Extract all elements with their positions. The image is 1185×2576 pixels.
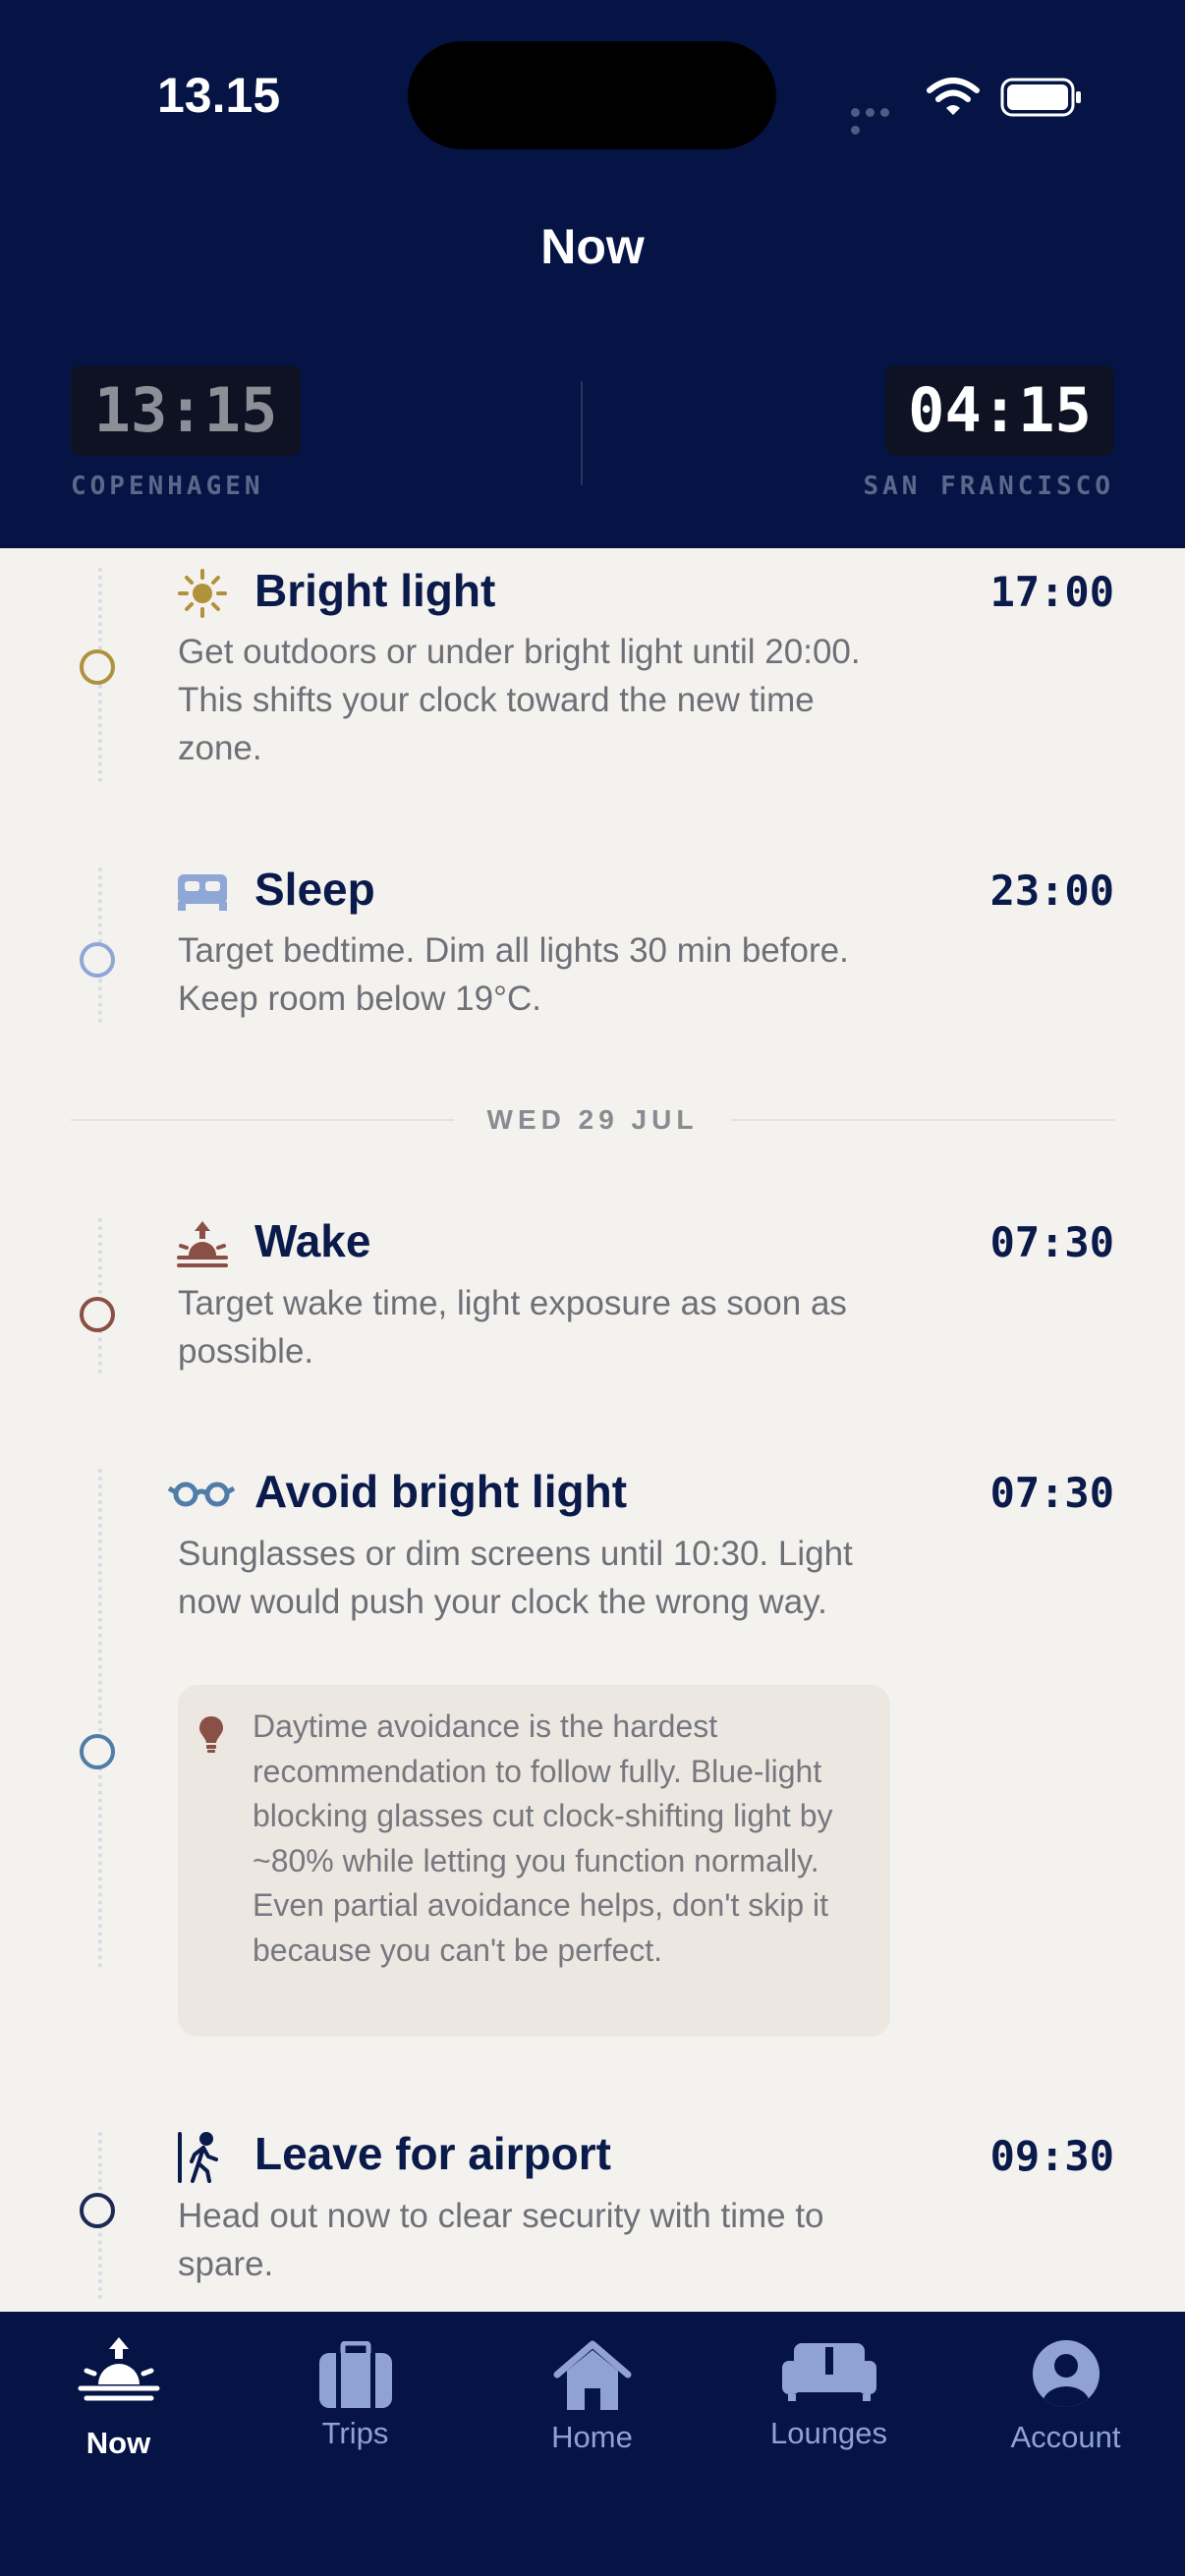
event-description: Head out now to clear security with time… — [178, 2197, 824, 2283]
glasses-icon — [167, 1482, 236, 1507]
event-title: Leave for airport — [254, 2128, 611, 2179]
tab-label: Now — [85, 2426, 151, 2460]
event-time: 23:00 — [989, 867, 1114, 915]
tab-account[interactable]: Account — [947, 2312, 1184, 2508]
walking-icon — [178, 2132, 218, 2183]
clock-divider — [581, 381, 583, 485]
event-time: 07:30 — [989, 1218, 1114, 1266]
timeline[interactable]: Bright light 17:00 Get outdoors or under… — [0, 548, 1185, 2312]
timeline-node — [80, 1297, 115, 1332]
tip-card: Daytime avoidance is the hardest recomme… — [178, 1685, 890, 2037]
header: 13.15 Now 13:15 COPENHAGEN 04:15 SAN FRA… — [0, 0, 1185, 548]
event-description: Target bedtime. Dim all lights 30 min be… — [178, 931, 849, 1018]
sunrise-icon — [177, 1221, 228, 1267]
clock-copenhagen: 13:15 — [71, 365, 301, 456]
home-icon — [553, 2340, 631, 2410]
event-title: Bright light — [254, 565, 496, 616]
tab-bar: Now Trips Home Lounges Account — [0, 2312, 1185, 2576]
day-separator: WED 29 JUL — [71, 1100, 1114, 1140]
sun-icon — [178, 569, 227, 618]
event-time: 17:00 — [989, 568, 1114, 616]
dynamic-island — [408, 41, 776, 149]
day-separator-label: WED 29 JUL — [486, 1104, 699, 1135]
city-copenhagen: COPENHAGEN — [71, 472, 264, 501]
timeline-node — [80, 942, 115, 978]
event-title: Sleep — [254, 864, 375, 915]
timeline-node — [80, 2193, 115, 2228]
tab-label: Home — [551, 2420, 633, 2454]
page-title: Now — [540, 219, 645, 274]
suitcase-icon — [318, 2341, 392, 2408]
event-description: Sunglasses or dim screens until 10:30. L… — [178, 1535, 853, 1621]
event-time: 07:30 — [989, 1469, 1114, 1517]
clock-san-francisco: 04:15 — [885, 365, 1114, 456]
tab-now[interactable]: Now — [0, 2312, 237, 2508]
status-time: 13.15 — [157, 68, 281, 123]
city-san-francisco: SAN FRANCISCO — [863, 472, 1114, 501]
event-title: Avoid bright light — [254, 1466, 628, 1517]
signal-dots-icon — [851, 104, 908, 135]
tab-lounges[interactable]: Lounges — [710, 2312, 947, 2508]
battery-icon — [1000, 78, 1081, 117]
bed-icon — [178, 874, 227, 911]
sofa-icon — [781, 2343, 876, 2401]
timeline-node — [80, 1734, 115, 1769]
lightbulb-icon — [199, 1716, 223, 1753]
account-icon — [1032, 2340, 1100, 2407]
event-description: Target wake time, light exposure as soon… — [178, 1284, 847, 1371]
tab-home[interactable]: Home — [474, 2312, 710, 2508]
tip-text: Daytime avoidance is the hardest recomme… — [253, 1708, 833, 1968]
tab-label: Account — [1010, 2420, 1121, 2454]
sunrise-icon — [78, 2337, 159, 2401]
event-time: 09:30 — [989, 2132, 1114, 2180]
timeline-line — [98, 1469, 102, 1968]
tab-label: Trips — [321, 2416, 389, 2450]
tab-label: Lounges — [770, 2416, 887, 2450]
timeline-line — [98, 1218, 102, 1373]
event-title: Wake — [254, 1215, 371, 1266]
tab-trips[interactable]: Trips — [237, 2312, 474, 2508]
wifi-icon — [927, 78, 980, 115]
timeline-node — [80, 649, 115, 685]
event-description: Get outdoors or under bright light until… — [178, 633, 861, 767]
